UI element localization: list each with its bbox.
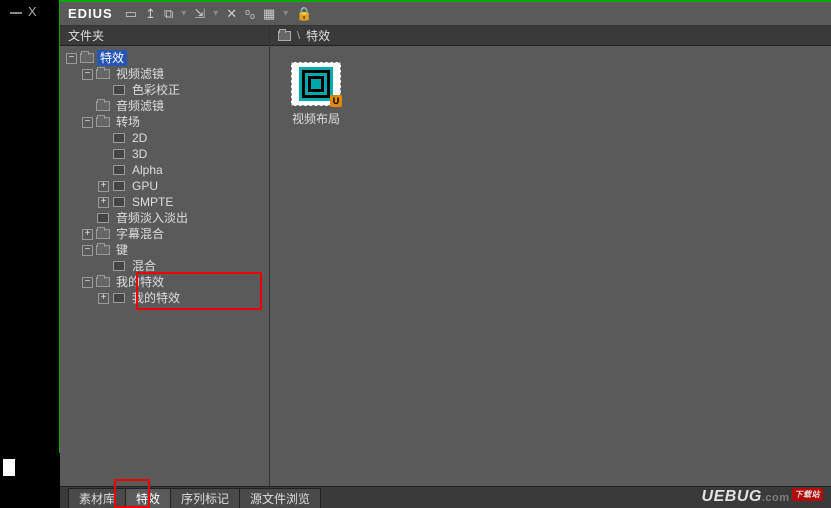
tree-smpte[interactable]: + SMPTE	[60, 194, 269, 210]
effect-item-video-layout[interactable]: U 视频布局	[286, 62, 346, 127]
user-badge-icon: U	[330, 95, 342, 107]
effects-tree[interactable]: − 特效 − 视频滤镜 色彩校正	[60, 46, 269, 486]
effect-label: 视频布局	[286, 110, 346, 127]
collapse-icon[interactable]: −	[82, 117, 93, 128]
effect-thumbnail[interactable]: U	[291, 62, 341, 106]
tree-my-effects[interactable]: − 我的特效	[60, 274, 269, 290]
window-controls[interactable]: X	[10, 4, 37, 19]
tab-markers[interactable]: 序列标记	[170, 488, 240, 508]
up-icon[interactable]: ↥	[145, 6, 156, 22]
collapse-icon[interactable]: −	[82, 69, 93, 80]
folder-panel-header: 文件夹	[60, 26, 269, 46]
main-toolbar: EDIUS ▭ ↥ ⧉ ▾ ⇲ ▾ ✕ ᵒₒ ▦ ▾ 🔒	[60, 2, 831, 26]
tree-color-correction[interactable]: 色彩校正	[60, 82, 269, 98]
expand-icon[interactable]: +	[98, 181, 109, 192]
watermark: UEBUG.com下载站	[702, 488, 823, 506]
folder-icon[interactable]: ▭	[125, 6, 137, 22]
collapse-icon[interactable]: −	[66, 53, 77, 64]
breadcrumb-label: 特效	[306, 27, 330, 44]
tree-root-effects[interactable]: − 特效	[60, 50, 269, 66]
link-icon[interactable]: ⧉	[164, 6, 173, 22]
tree-title-mix[interactable]: + 字幕混合	[60, 226, 269, 242]
tab-effects[interactable]: 特效	[125, 488, 171, 508]
expand-icon[interactable]: +	[82, 229, 93, 240]
tree-blend[interactable]: 混合	[60, 258, 269, 274]
tree-label[interactable]: 特效	[97, 50, 127, 66]
tree-audio-fade[interactable]: 音频淡入淡出	[60, 210, 269, 226]
tab-library[interactable]: 素材库	[68, 488, 126, 508]
tree-keys[interactable]: − 键	[60, 242, 269, 258]
viewer-placeholder: X	[0, 0, 60, 508]
expand-icon[interactable]: +	[98, 197, 109, 208]
lock-icon[interactable]: 🔒	[296, 6, 312, 22]
folder-icon[interactable]	[278, 31, 291, 41]
content-panel-header: \ 特效	[270, 26, 831, 46]
content-panel: \ 特效 U 视频布局	[270, 26, 831, 486]
tree-3d[interactable]: 3D	[60, 146, 269, 162]
tree-gpu[interactable]: + GPU	[60, 178, 269, 194]
tree-video-filter[interactable]: − 视频滤镜	[60, 66, 269, 82]
collapse-icon[interactable]: −	[82, 277, 93, 288]
app-title: EDIUS	[68, 6, 113, 21]
grid-icon[interactable]: ▦	[263, 6, 275, 22]
tree-2d[interactable]: 2D	[60, 130, 269, 146]
expand-icon[interactable]: +	[98, 293, 109, 304]
tab-source-browser[interactable]: 源文件浏览	[239, 488, 321, 508]
tree-alpha[interactable]: Alpha	[60, 162, 269, 178]
scrubber-stub[interactable]	[3, 459, 15, 476]
folder-panel: 文件夹 − 特效 − 视频滤镜	[60, 26, 270, 486]
delete-icon[interactable]: ✕	[226, 6, 237, 22]
tree-my-effects-sub[interactable]: + 我的特效	[60, 290, 269, 306]
tree-audio-filter[interactable]: 音频滤镜	[60, 98, 269, 114]
tree-transition[interactable]: − 转场	[60, 114, 269, 130]
collapse-icon[interactable]: −	[82, 245, 93, 256]
export-icon[interactable]: ⇲	[194, 6, 205, 22]
search-icon[interactable]: ᵒₒ	[245, 6, 255, 21]
breadcrumb-separator: \	[297, 30, 300, 42]
